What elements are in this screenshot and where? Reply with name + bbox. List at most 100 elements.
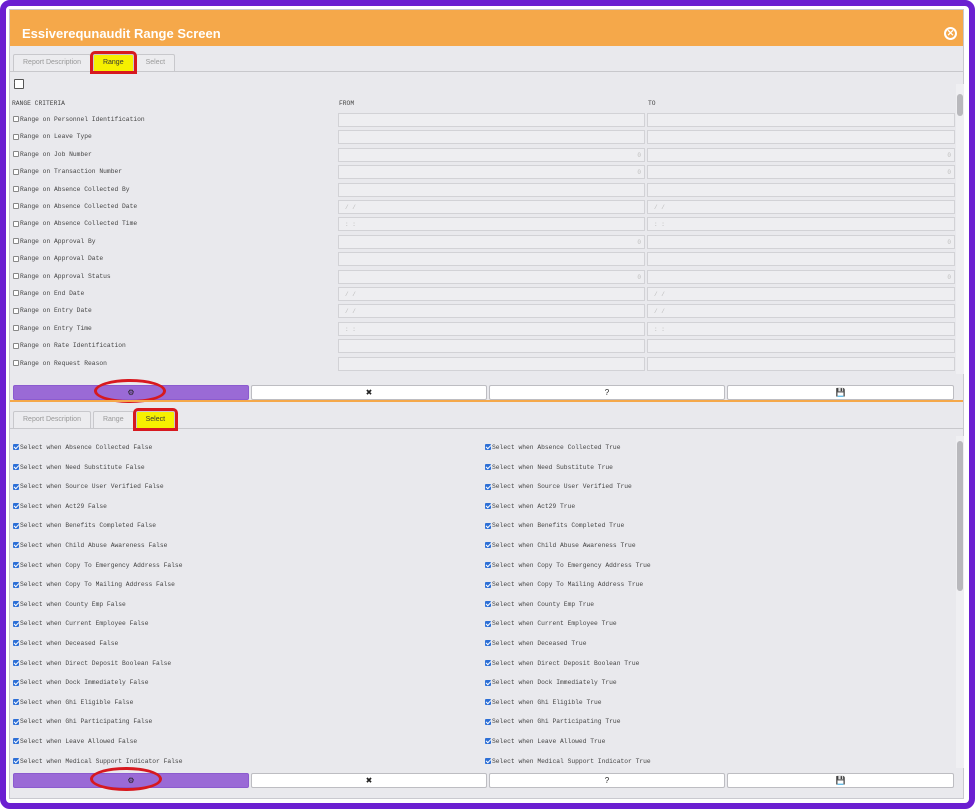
range-row-label[interactable]: Range on Absence Collected Time (13, 220, 137, 227)
select-option[interactable]: Select when Child Abuse Awareness False (13, 542, 167, 549)
select-option-checkbox[interactable] (485, 738, 491, 745)
range-row-label[interactable]: Range on Entry Time (13, 325, 92, 332)
tab-report-description[interactable]: Report Description (13, 54, 91, 71)
range-row-label[interactable]: Range on Absence Collected By (13, 186, 130, 193)
select-option-checkbox[interactable] (13, 503, 19, 510)
range-to-input[interactable]: : : (647, 321, 955, 336)
select-option[interactable]: Select when Ghi Participating True (485, 718, 620, 725)
range-row-label[interactable]: Range on Personnel Identification (13, 116, 145, 123)
select-option-checkbox[interactable] (13, 483, 19, 490)
range-from-input[interactable]: 0 (338, 234, 645, 249)
select-option-checkbox[interactable] (13, 640, 19, 647)
select-option[interactable]: Select when Medical Support Indicator Fa… (13, 758, 183, 765)
select-option-checkbox[interactable] (13, 561, 19, 568)
range-from-input[interactable] (338, 113, 645, 127)
range-from-input[interactable]: 0 (338, 165, 645, 180)
range-from-input[interactable] (338, 252, 645, 267)
range-row-checkbox[interactable] (13, 116, 19, 123)
select-option-checkbox[interactable] (13, 659, 19, 666)
range-from-input[interactable]: 0 (338, 147, 645, 162)
range-from-input[interactable] (338, 339, 645, 354)
select-option-checkbox[interactable] (485, 601, 491, 608)
range-from-input[interactable] (338, 356, 645, 371)
select-option-checkbox[interactable] (13, 522, 19, 529)
range-to-input[interactable] (647, 182, 955, 197)
range-scroll-thumb[interactable] (957, 94, 963, 116)
range-to-input[interactable]: : : (647, 217, 955, 232)
select-option[interactable]: Select when Leave Allowed False (13, 738, 137, 745)
select-option-checkbox[interactable] (13, 679, 19, 686)
range-row-checkbox[interactable] (13, 255, 19, 262)
select-option[interactable]: Select when Current Employee True (485, 620, 617, 627)
select-option[interactable]: Select when Copy To Emergency Address Tr… (485, 562, 651, 569)
select-option[interactable]: Select when Current Employee False (13, 620, 148, 627)
range-to-input[interactable] (647, 130, 955, 145)
range-to-input[interactable] (647, 356, 955, 371)
select-scroll-thumb[interactable] (957, 441, 963, 591)
select-option[interactable]: Select when Act29 True (485, 503, 575, 510)
run-button[interactable]: ⚙ (13, 385, 249, 400)
range-to-input[interactable]: / / (647, 200, 955, 214)
select-option[interactable]: Select when County Emp True (485, 601, 594, 608)
help-button[interactable]: ? (489, 773, 725, 788)
range-from-input[interactable]: / / (338, 200, 645, 214)
range-to-input[interactable] (647, 252, 955, 267)
range-row-label[interactable]: Range on Approval Date (13, 255, 103, 262)
range-from-input[interactable]: 0 (338, 269, 645, 284)
select-option[interactable]: Select when Leave Allowed True (485, 738, 605, 745)
range-from-input[interactable] (338, 130, 645, 145)
range-from-input[interactable]: : : (338, 217, 645, 232)
select-option-checkbox[interactable] (485, 463, 491, 470)
select-option[interactable]: Select when Benefits Completed True (485, 522, 624, 529)
range-row-checkbox[interactable] (13, 359, 19, 366)
range-row-checkbox[interactable] (13, 133, 19, 140)
range-scrollbar[interactable] (956, 84, 964, 374)
range-row-label[interactable]: Range on Request Reason (13, 360, 107, 367)
range-to-input[interactable]: 0 (647, 165, 955, 180)
select-option[interactable]: Select when Direct Deposit Boolean True (485, 660, 639, 667)
range-row-label[interactable]: Range on Absence Collected Date (13, 203, 137, 210)
select-option[interactable]: Select when Copy To Mailing Address True (485, 581, 643, 588)
run-button[interactable]: ⚙ (13, 773, 249, 788)
range-row-checkbox[interactable] (13, 272, 19, 279)
select-option-checkbox[interactable] (13, 738, 19, 745)
range-row-checkbox[interactable] (13, 220, 19, 227)
select-option[interactable]: Select when Source User Verified True (485, 483, 632, 490)
range-row-checkbox[interactable] (13, 238, 19, 245)
select-scrollbar[interactable] (956, 436, 964, 768)
range-row-checkbox[interactable] (13, 325, 19, 332)
select-option[interactable]: Select when Need Substitute False (13, 464, 145, 471)
tab-range[interactable]: Range (89, 51, 137, 74)
select-option-checkbox[interactable] (485, 659, 491, 666)
select-option[interactable]: Select when County Emp False (13, 601, 126, 608)
range-row-checkbox[interactable] (13, 342, 19, 349)
select-option-checkbox[interactable] (13, 601, 19, 608)
cancel-button[interactable]: ✖ (251, 773, 487, 788)
select-option[interactable]: Select when Absence Collected False (13, 444, 152, 451)
range-row-checkbox[interactable] (13, 307, 19, 314)
select-option[interactable]: Select when Ghi Eligible False (13, 699, 133, 706)
range-row-label[interactable]: Range on Job Number (13, 151, 92, 158)
range-row-label[interactable]: Range on Entry Date (13, 307, 92, 314)
select-option[interactable]: Select when Dock Immediately False (13, 679, 148, 686)
select-option[interactable]: Select when Copy To Emergency Address Fa… (13, 562, 183, 569)
range-row-label[interactable]: Range on End Date (13, 290, 84, 297)
select-option-checkbox[interactable] (485, 581, 491, 588)
tab-report-description[interactable]: Report Description (13, 411, 91, 428)
range-row-checkbox[interactable] (13, 290, 19, 297)
select-option-checkbox[interactable] (13, 757, 19, 764)
select-option-checkbox[interactable] (13, 620, 19, 627)
select-option-checkbox[interactable] (13, 581, 19, 588)
cancel-button[interactable]: ✖ (251, 385, 487, 400)
select-option-checkbox[interactable] (13, 444, 19, 451)
range-from-input[interactable]: / / (338, 304, 645, 319)
range-to-input[interactable]: / / (647, 304, 955, 319)
select-option[interactable]: Select when Medical Support Indicator Tr… (485, 758, 651, 765)
select-option[interactable]: Select when Need Substitute True (485, 464, 613, 471)
range-to-input[interactable]: 0 (647, 269, 955, 284)
select-option[interactable]: Select when Deceased True (485, 640, 586, 647)
select-option[interactable]: Select when Ghi Participating False (13, 718, 152, 725)
range-to-input[interactable]: 0 (647, 147, 955, 162)
range-row-label[interactable]: Range on Leave Type (13, 133, 92, 140)
range-row-checkbox[interactable] (13, 151, 19, 158)
